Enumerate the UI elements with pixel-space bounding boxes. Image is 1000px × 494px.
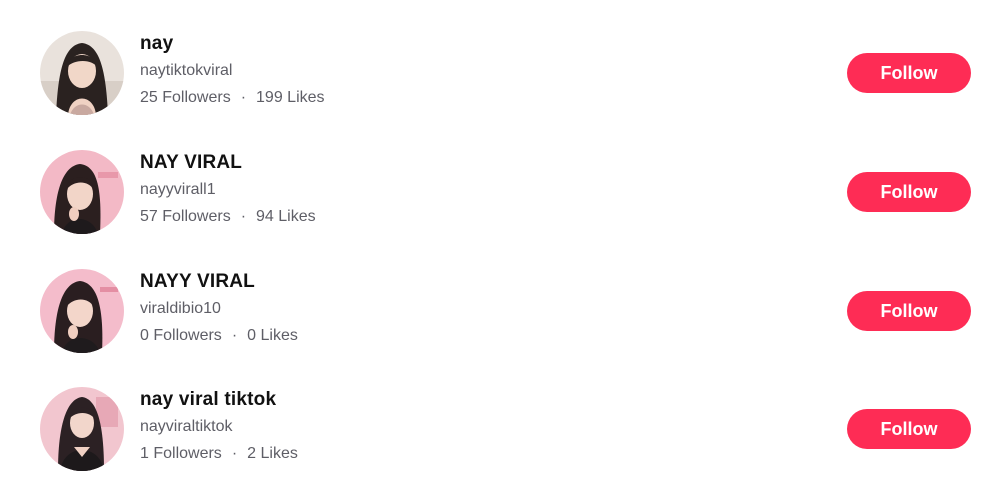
stats-separator: · bbox=[240, 89, 247, 106]
follow-button[interactable]: Follow bbox=[847, 172, 971, 212]
stats-separator: · bbox=[240, 208, 247, 225]
stats-separator: · bbox=[231, 445, 238, 462]
likes-count: 0 Likes bbox=[247, 327, 298, 344]
user-search-results: nay naytiktokviral 25 Followers · 199 Like… bbox=[0, 0, 1000, 494]
follow-button[interactable]: Follow bbox=[847, 53, 971, 93]
stats-separator: · bbox=[231, 327, 238, 344]
followers-count: 57 Followers bbox=[140, 208, 231, 225]
user-info: NAYY VIRAL viraldibio10 0 Followers · 0 Li… bbox=[140, 270, 298, 346]
user-username: viraldibio10 bbox=[140, 300, 221, 317]
user-result-row[interactable]: NAYY VIRAL viraldibio10 0 Followers · 0 Li… bbox=[0, 256, 1000, 366]
likes-count: 2 Likes bbox=[247, 445, 298, 462]
user-stats: 0 Followers · 0 Likes bbox=[140, 326, 298, 346]
followers-count: 1 Followers bbox=[140, 445, 222, 462]
user-info: nay naytiktokviral 25 Followers · 199 Like… bbox=[140, 32, 325, 108]
avatar-photo-icon bbox=[40, 387, 124, 471]
user-username: nayviraltiktok bbox=[140, 418, 233, 435]
follow-button[interactable]: Follow bbox=[847, 409, 971, 449]
avatar[interactable] bbox=[40, 150, 124, 234]
user-nickname[interactable]: NAY VIRAL bbox=[140, 151, 316, 175]
follow-button[interactable]: Follow bbox=[847, 291, 971, 331]
followers-count: 0 Followers bbox=[140, 327, 222, 344]
followers-count: 25 Followers bbox=[140, 89, 231, 106]
user-result-row[interactable]: nay viral tiktok nayviraltiktok 1 Follow… bbox=[0, 374, 1000, 484]
avatar-photo-icon bbox=[40, 31, 124, 115]
avatar[interactable] bbox=[40, 31, 124, 115]
likes-count: 199 Likes bbox=[256, 89, 325, 106]
user-stats: 25 Followers · 199 Likes bbox=[140, 88, 325, 108]
avatar[interactable] bbox=[40, 387, 124, 471]
user-username: naytiktokviral bbox=[140, 62, 233, 79]
user-nickname[interactable]: nay bbox=[140, 32, 325, 56]
user-result-row[interactable]: nay naytiktokviral 25 Followers · 199 Like… bbox=[0, 18, 1000, 128]
user-stats: 1 Followers · 2 Likes bbox=[140, 444, 298, 464]
avatar[interactable] bbox=[40, 269, 124, 353]
avatar-photo-icon bbox=[40, 150, 124, 234]
user-info: nay viral tiktok nayviraltiktok 1 Follow… bbox=[140, 388, 298, 464]
user-nickname[interactable]: NAYY VIRAL bbox=[140, 270, 298, 294]
user-nickname[interactable]: nay viral tiktok bbox=[140, 388, 298, 412]
likes-count: 94 Likes bbox=[256, 208, 316, 225]
user-result-row[interactable]: NAY VIRAL nayyvirall1 57 Followers · 94 Li… bbox=[0, 137, 1000, 247]
user-username: nayyvirall1 bbox=[140, 181, 216, 198]
user-info: NAY VIRAL nayyvirall1 57 Followers · 94 Li… bbox=[140, 151, 316, 227]
user-stats: 57 Followers · 94 Likes bbox=[140, 207, 316, 227]
avatar-photo-icon bbox=[40, 269, 124, 353]
